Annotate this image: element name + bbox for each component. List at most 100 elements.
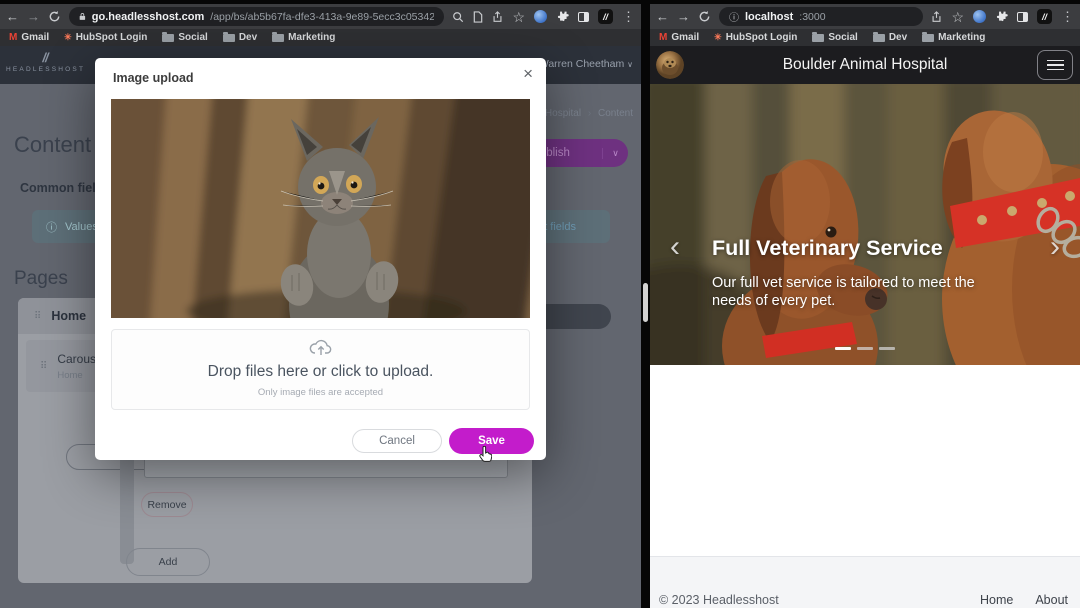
sidepanel-icon[interactable] [1017, 12, 1028, 22]
cloud-upload-icon [309, 338, 333, 356]
headlesshost-logo[interactable]: // HEADLESSHOST [6, 50, 84, 73]
forward-icon[interactable]: → [27, 10, 40, 23]
address-bar[interactable]: go.headlesshost.com/app/bs/ab5b67fa-dfe3… [69, 7, 444, 26]
site-footer: © 2023 Headlesshost Home About [650, 556, 1080, 608]
left-browser-toolbar: ← → go.headlesshost.com/app/bs/ab5b67fa-… [0, 4, 641, 29]
bookmark-star-icon[interactable]: ☆ [951, 10, 964, 24]
share-icon[interactable] [492, 11, 503, 23]
share-icon[interactable] [931, 11, 942, 23]
toolbar-icons: ☆ // ⋮ [452, 9, 635, 24]
bookmark-label: Dev [889, 32, 907, 43]
brand-name: HEADLESSHOST [6, 66, 84, 73]
forward-icon[interactable]: → [677, 10, 690, 23]
file-dropzone[interactable]: Drop files here or click to upload. Only… [111, 329, 530, 410]
extension-blue-icon[interactable] [534, 10, 547, 23]
folder-icon [162, 34, 174, 42]
gmail-icon: M [659, 32, 667, 43]
cancel-button[interactable]: Cancel [352, 429, 442, 453]
headlesshost-extension-icon[interactable]: // [1037, 9, 1052, 24]
add-button[interactable]: Add [126, 548, 210, 576]
screenshot-stage: ← → go.headlesshost.com/app/bs/ab5b67fa-… [0, 0, 1080, 608]
folder-icon [812, 34, 824, 42]
bookmark-dev[interactable]: Dev [873, 32, 907, 43]
bookmark-label: Marketing [938, 32, 985, 43]
folder-icon [873, 34, 885, 42]
drag-handle-icon[interactable]: ⠿ [34, 311, 41, 322]
bookmark-social[interactable]: Social [812, 32, 857, 43]
carousel-dot[interactable] [857, 347, 873, 350]
headlesshost-extension-icon[interactable]: // [598, 9, 613, 24]
back-icon[interactable]: ← [6, 10, 19, 23]
info-icon[interactable]: ⓘ [729, 9, 739, 24]
site-title: Boulder Animal Hospital [650, 56, 1080, 74]
hero-carousel: ‹ › Full Veterinary Service Our full vet… [650, 84, 1080, 365]
bookmark-label: Dev [239, 32, 257, 43]
bookmark-label: HubSpot Login [76, 32, 148, 43]
bookmark-label: Gmail [671, 32, 699, 43]
carousel-dot[interactable] [879, 347, 895, 350]
breadcrumb[interactable]: al Hospital › Content [534, 108, 633, 119]
bookmark-gmail[interactable]: MGmail [9, 32, 49, 43]
bookmark-dev[interactable]: Dev [223, 32, 257, 43]
bookmark-hubspot[interactable]: ✳HubSpot Login [714, 32, 797, 43]
text-field[interactable] [144, 457, 508, 478]
hamburger-menu-button[interactable] [1037, 50, 1073, 80]
bookmark-hubspot[interactable]: ✳HubSpot Login [64, 32, 147, 43]
extensions-puzzle-icon[interactable] [995, 10, 1008, 23]
dropzone-title: Drop files here or click to upload. [112, 363, 529, 381]
info-icon: ⓘ [46, 219, 57, 235]
bookmark-marketing[interactable]: Marketing [272, 32, 335, 43]
extensions-puzzle-icon[interactable] [556, 10, 569, 23]
page-item-label: Home [51, 309, 86, 323]
carousel-prev-arrow[interactable]: ‹ [670, 232, 680, 262]
bookmark-label: Social [828, 32, 857, 43]
bookmark-star-icon[interactable]: ☆ [512, 10, 525, 24]
sidepanel-icon[interactable] [578, 12, 589, 22]
site-header: Boulder Animal Hospital [650, 46, 1080, 84]
right-browser-window: ← → ⓘ localhost :3000 ☆ // ⋮ M Gmail ✳HubS… [650, 0, 1080, 608]
left-bookmarks-bar: MGmail ✳HubSpot Login Social Dev Marketi… [0, 29, 641, 46]
folder-icon [272, 34, 284, 42]
chrome-menu-icon[interactable]: ⋮ [622, 10, 635, 23]
footer-link-about[interactable]: About [1035, 593, 1068, 607]
bookmark-marketing[interactable]: Marketing [922, 32, 985, 43]
image-upload-modal: Image upload × [95, 58, 546, 460]
footer-link-home[interactable]: Home [980, 593, 1013, 607]
chrome-menu-icon[interactable]: ⋮ [1061, 10, 1074, 23]
boulder-animal-hospital-site: Boulder Animal Hospital [650, 46, 1080, 608]
extension-blue-icon[interactable] [973, 10, 986, 23]
left-browser-window: ← → go.headlesshost.com/app/bs/ab5b67fa-… [0, 0, 641, 608]
carousel-next-arrow[interactable]: › [1050, 232, 1060, 262]
chevron-down-icon: ∨ [627, 60, 633, 69]
bookmark-social[interactable]: Social [162, 32, 207, 43]
url-port: :3000 [799, 11, 825, 23]
hero-subtitle: Our full vet service is tailored to meet… [712, 274, 990, 311]
address-bar[interactable]: ⓘ localhost :3000 [719, 7, 923, 26]
slashes-logo-icon: // [6, 50, 84, 65]
window-divider-scrollbar[interactable] [643, 283, 648, 322]
document-icon[interactable] [473, 11, 483, 23]
url-host: localhost [745, 11, 793, 23]
close-icon[interactable]: × [523, 64, 533, 84]
search-icon[interactable] [452, 11, 464, 23]
user-menu[interactable]: Warren Cheetham ∨ [539, 58, 633, 70]
carousel-indicators [835, 347, 895, 350]
bookmark-label: Marketing [288, 32, 335, 43]
breadcrumb-current: Content [598, 108, 633, 119]
folder-icon [223, 34, 235, 42]
remove-button[interactable]: Remove [141, 492, 193, 517]
hero-heading: Full Veterinary Service [712, 236, 943, 261]
url-path: /app/bs/ab5b67fa-dfe3-413a-9e89-5ecc3c05… [210, 11, 434, 23]
bookmark-gmail[interactable]: M Gmail [659, 32, 699, 43]
back-icon[interactable]: ← [656, 10, 669, 23]
modal-title: Image upload [113, 71, 194, 85]
carousel-dot-active[interactable] [835, 347, 851, 350]
chevron-down-icon[interactable]: ∨ [602, 148, 628, 159]
right-bookmarks-bar: M Gmail ✳HubSpot Login Social Dev Marketi… [650, 29, 1080, 46]
reload-icon[interactable] [698, 10, 711, 23]
toolbar-icons: ☆ // ⋮ [931, 9, 1074, 24]
drag-handle-icon[interactable]: ⠿ [40, 361, 47, 372]
folder-icon [922, 34, 934, 42]
reload-icon[interactable] [48, 10, 61, 23]
bookmark-label: Gmail [21, 32, 49, 43]
